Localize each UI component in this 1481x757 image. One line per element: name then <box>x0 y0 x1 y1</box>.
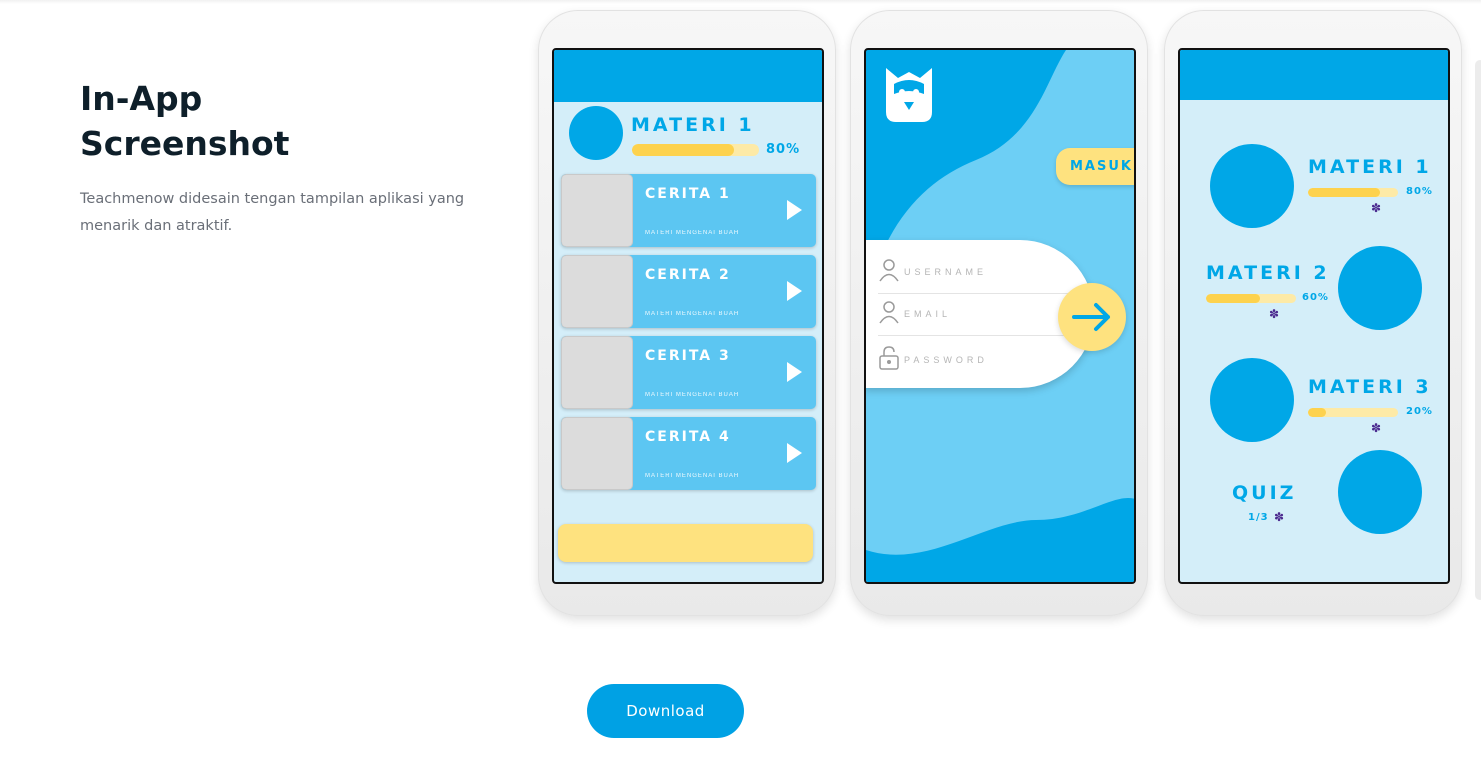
field-divider <box>878 293 1068 294</box>
quiz-title: QUIZ <box>1232 482 1297 504</box>
play-icon[interactable] <box>787 362 802 382</box>
materi-3-progress-bar <box>1308 408 1398 417</box>
story-thumbnail <box>561 174 633 247</box>
story-title: CERITA 3 <box>645 348 731 364</box>
section-title-line2: Screenshot <box>80 124 290 163</box>
phone-screenshot-progress: MATERI 1 80% ✽ MATERI 2 60% ✽ MATERI 3 2… <box>1164 10 1462 616</box>
username-field[interactable]: USERNAME <box>878 254 1078 294</box>
user-icon <box>879 301 899 324</box>
phone-screenshot-login: MASUK USERNAME EMAIL PASSWORD <box>850 10 1148 616</box>
section-description: Teachmenow didesain tengan tampilan apli… <box>80 191 465 234</box>
story-thumbnail <box>561 255 633 328</box>
materi-3-progress-label: 20% <box>1406 406 1433 417</box>
materi-avatar <box>569 106 623 160</box>
password-field[interactable]: PASSWORD <box>878 342 1078 382</box>
story-title: CERITA 1 <box>645 186 731 202</box>
app-header-bar <box>1180 50 1448 100</box>
section-title: In-App Screenshot <box>80 76 380 166</box>
materi-1-progress-label: 80% <box>1406 186 1433 197</box>
materi-progress-fill <box>632 144 734 156</box>
lock-icon <box>879 346 899 370</box>
materi-1-title: MATERI 1 <box>1308 156 1432 178</box>
next-phone-edge <box>1475 60 1481 600</box>
materi-title: MATERI 1 <box>631 114 755 136</box>
story-thumbnail <box>561 336 633 409</box>
phone-screen: MATERI 1 80% CERITA 1 MATERI MENGENAI BU… <box>552 48 824 584</box>
puzzle-icon: ✽ <box>1371 421 1382 435</box>
story-card[interactable]: CERITA 1 MATERI MENGENAI BUAH <box>561 174 816 247</box>
download-button[interactable]: Download <box>587 684 744 738</box>
story-title: CERITA 4 <box>645 429 731 445</box>
story-card[interactable]: CERITA 4 MATERI MENGENAI BUAH <box>561 417 816 490</box>
materi-2-circle[interactable] <box>1338 246 1422 330</box>
user-icon <box>879 259 899 282</box>
top-divider <box>0 0 1481 4</box>
quiz-circle[interactable] <box>1338 450 1422 534</box>
app-header-bar <box>554 50 822 102</box>
materi-1-progress-bar <box>1308 188 1398 197</box>
story-thumbnail <box>561 417 633 490</box>
materi-3-title: MATERI 3 <box>1308 376 1432 398</box>
password-placeholder: PASSWORD <box>904 355 988 365</box>
phone-screenshot-materi: MATERI 1 80% CERITA 1 MATERI MENGENAI BU… <box>538 10 836 616</box>
field-divider <box>878 335 1068 336</box>
materi-1-progress-fill <box>1308 188 1380 197</box>
masuk-tab[interactable]: MASUK <box>1056 148 1134 185</box>
play-icon[interactable] <box>787 200 802 220</box>
story-subtitle: MATERI MENGENAI BUAH <box>645 311 740 317</box>
phone-screen: MASUK USERNAME EMAIL PASSWORD <box>864 48 1136 584</box>
story-subtitle: MATERI MENGENAI BUAH <box>645 230 740 236</box>
phone-screen: MATERI 1 80% ✽ MATERI 2 60% ✽ MATERI 3 2… <box>1178 48 1450 584</box>
arrow-right-icon <box>1072 303 1110 331</box>
email-field[interactable]: EMAIL <box>878 296 1078 336</box>
story-list: CERITA 1 MATERI MENGENAI BUAH CERITA 2 M… <box>561 174 816 498</box>
puzzle-icon: ✽ <box>1371 201 1382 215</box>
login-submit-button[interactable] <box>1058 283 1126 351</box>
materi-3-progress-fill <box>1308 408 1326 417</box>
username-placeholder: USERNAME <box>904 267 988 277</box>
app-logo-icon <box>886 68 932 122</box>
story-card[interactable]: CERITA 2 MATERI MENGENAI BUAH <box>561 255 816 328</box>
materi-progress-bar <box>632 144 759 156</box>
story-title: CERITA 2 <box>645 267 731 283</box>
materi-progress-label: 80% <box>766 142 801 157</box>
materi-2-progress-fill <box>1206 294 1260 303</box>
puzzle-icon: ✽ <box>1274 510 1285 524</box>
story-subtitle: MATERI MENGENAI BUAH <box>645 392 740 398</box>
footer-action-button[interactable] <box>558 524 813 562</box>
materi-1-circle[interactable] <box>1210 144 1294 228</box>
email-placeholder: EMAIL <box>904 309 952 319</box>
materi-2-title: MATERI 2 <box>1206 262 1330 284</box>
section-title-line1: In-App <box>80 79 203 118</box>
materi-2-progress-bar <box>1206 294 1296 303</box>
story-card[interactable]: CERITA 3 MATERI MENGENAI BUAH <box>561 336 816 409</box>
puzzle-icon: ✽ <box>1269 307 1280 321</box>
quiz-progress: 1/3 <box>1248 512 1269 523</box>
materi-3-circle[interactable] <box>1210 358 1294 442</box>
play-icon[interactable] <box>787 443 802 463</box>
story-subtitle: MATERI MENGENAI BUAH <box>645 473 740 479</box>
materi-2-progress-label: 60% <box>1302 292 1329 303</box>
play-icon[interactable] <box>787 281 802 301</box>
